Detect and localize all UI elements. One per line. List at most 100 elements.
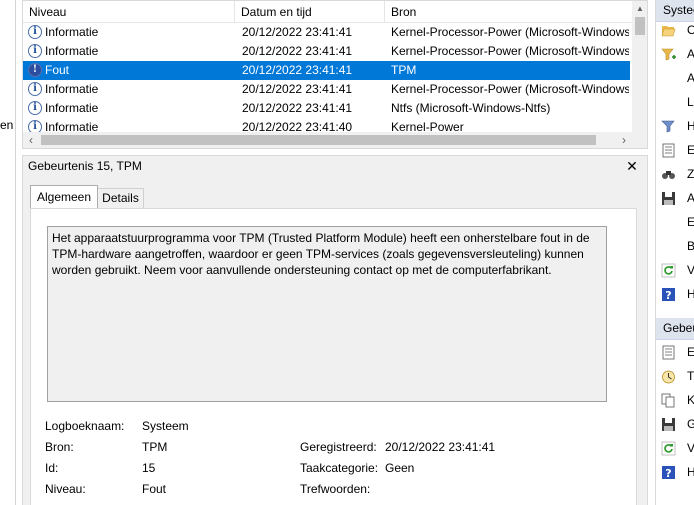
action-item[interactable]: E <box>656 138 694 162</box>
tab-general-content: Het apparaatstuurprogramma voor TPM (Tru… <box>30 208 637 505</box>
event-datetime: 20/12/2022 23:41:41 <box>242 63 353 77</box>
event-source: Kernel-Processor-Power (Microsoft-Window… <box>391 82 629 96</box>
log-name-value: Systeem <box>142 419 189 433</box>
event-id-label: Id: <box>45 461 59 475</box>
tab-general[interactable]: Algemeen <box>30 185 98 209</box>
event-source: Kernel-Processor-Power (Microsoft-Window… <box>391 44 629 58</box>
column-header-source[interactable]: Bron <box>385 1 632 23</box>
log-name-label: Logboeknaam: <box>45 419 125 433</box>
event-id-value: 15 <box>142 461 156 475</box>
event-datetime: 20/12/2022 23:41:41 <box>242 44 353 58</box>
column-header-level[interactable]: Niveau <box>23 1 235 23</box>
event-source: TPM <box>391 63 417 77</box>
action-label: H <box>687 287 694 301</box>
event-viewer-window: en Niveau Datum en tijd Bron i Informatie… <box>0 0 694 505</box>
vertical-scrollbar[interactable]: ▲ <box>632 1 647 132</box>
action-item[interactable]: ?H <box>656 282 694 306</box>
event-list[interactable]: Niveau Datum en tijd Bron i Informatie 20/… <box>22 0 648 149</box>
event-row[interactable]: i Informatie 20/12/2022 23:41:41 Kernel-Pro… <box>23 80 630 99</box>
action-label: E <box>687 345 694 359</box>
info-icon: i <box>28 44 42 58</box>
actions-section-header-event[interactable]: Gebeu <box>656 318 694 340</box>
task-category-label: Taakcategorie: <box>300 461 379 475</box>
scroll-thumb-horizontal[interactable] <box>41 135 596 145</box>
logged-value: 20/12/2022 23:41:41 <box>385 440 496 454</box>
action-item[interactable]: Z <box>656 162 694 186</box>
event-detail-pane: Gebeurtenis 15, TPM ✕ Algemeen Details H… <box>22 155 648 505</box>
scroll-right-icon[interactable]: › <box>616 132 632 148</box>
event-row[interactable]: i Informatie 20/12/2022 23:41:41 Kernel-Pro… <box>23 42 630 61</box>
filter-add-icon <box>661 47 676 62</box>
detail-title: Gebeurtenis 15, TPM <box>28 159 142 173</box>
event-level: Informatie <box>45 101 99 115</box>
horizontal-scrollbar[interactable]: ‹ › <box>23 132 632 148</box>
action-item[interactable]: A <box>656 66 694 90</box>
event-source: Ntfs (Microsoft-Windows-Ntfs) <box>391 101 551 115</box>
event-row[interactable]: i Informatie 20/12/2022 23:41:41 Ntfs (Micr… <box>23 99 630 118</box>
scroll-up-icon[interactable]: ▲ <box>632 1 647 17</box>
refresh-icon <box>661 441 676 456</box>
action-label: Z <box>687 167 694 181</box>
event-datetime: 20/12/2022 23:41:41 <box>242 101 353 115</box>
logged-label: Geregistreerd: <box>300 440 377 454</box>
action-label: V <box>687 441 694 455</box>
scroll-left-icon[interactable]: ‹ <box>23 132 39 148</box>
action-label: A <box>687 47 694 61</box>
action-item[interactable]: L <box>656 90 694 114</box>
close-icon[interactable]: ✕ <box>624 157 640 175</box>
copy-icon <box>661 393 676 408</box>
source-value: TPM <box>142 440 168 454</box>
scroll-thumb[interactable] <box>635 17 645 35</box>
event-row[interactable]: ! Fout 20/12/2022 23:41:41 TPM <box>23 61 630 80</box>
help-icon: ? <box>661 287 676 302</box>
scroll-corner <box>632 132 647 148</box>
action-label: A <box>687 71 694 85</box>
action-item[interactable]: B <box>656 234 694 258</box>
event-level: Informatie <box>45 25 99 39</box>
action-label: K <box>687 393 694 407</box>
keywords-label: Trefwoorden: <box>300 482 371 496</box>
event-level: Informatie <box>45 44 99 58</box>
save-icon <box>661 417 676 432</box>
action-item[interactable]: O <box>656 18 694 42</box>
action-item[interactable]: E <box>656 210 694 234</box>
action-item[interactable]: A <box>656 42 694 66</box>
info-icon: i <box>28 82 42 96</box>
action-label: L <box>687 95 694 109</box>
action-item[interactable]: K <box>656 388 694 412</box>
event-datetime: 20/12/2022 23:41:41 <box>242 82 353 96</box>
info-icon: i <box>28 25 42 39</box>
column-header-datetime[interactable]: Datum en tijd <box>235 1 385 23</box>
attach-task-icon <box>661 369 676 384</box>
action-label: H <box>687 465 694 479</box>
action-label: T <box>687 369 694 383</box>
help-icon: ? <box>661 465 676 480</box>
action-item[interactable]: H <box>656 114 694 138</box>
level-label: Niveau: <box>45 482 86 496</box>
tree-item-fragment[interactable]: en <box>0 118 13 132</box>
action-item[interactable]: V <box>656 436 694 460</box>
action-label: H <box>687 119 694 133</box>
action-item[interactable]: E <box>656 340 694 364</box>
action-label: A <box>687 191 694 205</box>
action-label: O <box>687 23 694 37</box>
action-item[interactable]: A <box>656 186 694 210</box>
properties-icon <box>661 143 676 158</box>
tab-details[interactable]: Details <box>98 188 144 209</box>
action-item[interactable]: G <box>656 412 694 436</box>
action-label: E <box>687 215 694 229</box>
folder-open-icon <box>661 23 676 38</box>
action-label: B <box>687 239 694 253</box>
event-list-header: Niveau Datum en tijd Bron <box>23 1 632 23</box>
find-icon <box>661 167 676 182</box>
error-icon: ! <box>28 63 42 77</box>
navigation-tree-pane[interactable]: en <box>0 0 16 505</box>
refresh-icon <box>661 263 676 278</box>
action-item[interactable]: V <box>656 258 694 282</box>
source-label: Bron: <box>45 440 74 454</box>
event-row[interactable]: i Informatie 20/12/2022 23:41:41 Kernel-Pro… <box>23 23 630 42</box>
action-item[interactable]: T <box>656 364 694 388</box>
action-item[interactable]: ?H <box>656 460 694 484</box>
actions-pane: Systee OAALHEZAEBV?H Gebeu ETKGV?H <box>655 0 694 505</box>
event-message[interactable]: Het apparaatstuurprogramma voor TPM (Tru… <box>47 226 607 402</box>
